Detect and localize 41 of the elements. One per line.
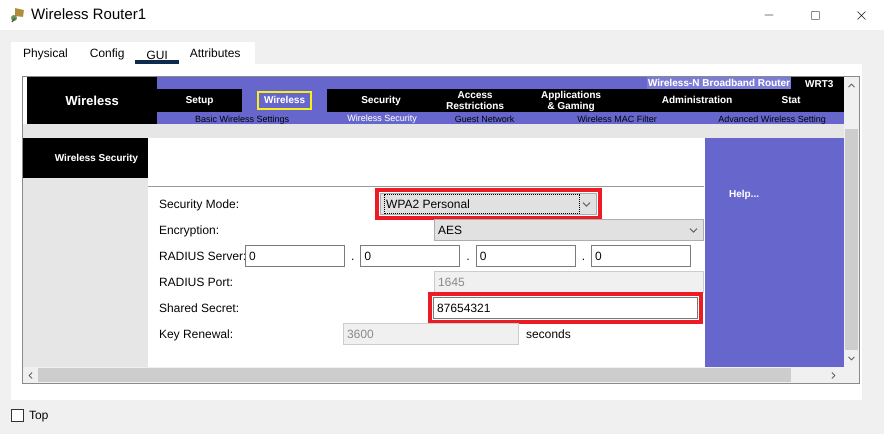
field-label: RADIUS Server: xyxy=(159,248,245,265)
submenu-item[interactable]: Guest Network xyxy=(442,112,526,126)
field-label: Security Mode: xyxy=(159,196,240,213)
input-field[interactable]: 0 xyxy=(476,245,576,267)
field-label: RADIUS Port: xyxy=(159,274,234,291)
dropdown[interactable]: AES xyxy=(434,219,704,241)
input-field[interactable]: 0 xyxy=(591,245,692,267)
menu-item[interactable]: Wireless xyxy=(256,91,312,110)
field-label: Key Renewal: xyxy=(159,326,234,343)
submenu-item[interactable]: Wireless MAC Filter xyxy=(565,112,669,126)
dropdown[interactable]: WPA2 Personal xyxy=(380,193,597,215)
checkbox-label: Top xyxy=(29,407,48,424)
model-name: WRT3 xyxy=(791,77,844,89)
submenu-item[interactable]: Advanced Wireless Setting xyxy=(706,112,838,126)
menu-item[interactable]: Applications & Gaming xyxy=(540,90,601,112)
horizontal-scrollbar[interactable] xyxy=(23,367,859,383)
window-title: Wireless Router1 xyxy=(31,4,146,25)
menu-item[interactable]: Stat xyxy=(782,95,800,106)
field-label: Encryption: xyxy=(159,222,220,239)
dot-separator: . xyxy=(465,248,471,265)
input-field[interactable]: 0 xyxy=(245,245,345,267)
help-link[interactable]: Help... xyxy=(729,189,760,200)
unit-label: seconds xyxy=(526,326,571,343)
field-label: Shared Secret: xyxy=(159,300,240,317)
input-field[interactable]: 0 xyxy=(360,245,460,267)
page-title: Wireless Security xyxy=(23,138,148,178)
input-field[interactable]: 87654321 xyxy=(433,297,698,319)
router-icon xyxy=(9,6,27,24)
vertical-scrollbar[interactable] xyxy=(844,77,859,367)
dot-separator: . xyxy=(350,248,356,265)
tab[interactable]: Physical xyxy=(23,42,79,64)
submenu-item[interactable]: Basic Wireless Settings xyxy=(182,112,302,126)
dot-separator: . xyxy=(580,248,586,265)
menu-item[interactable]: Security xyxy=(361,95,401,106)
checkbox[interactable] xyxy=(11,408,24,422)
tab[interactable]: Attributes xyxy=(178,42,252,64)
section-title: Wireless xyxy=(27,77,157,124)
menu-item[interactable]: Setup xyxy=(186,95,214,106)
tab[interactable]: Config xyxy=(78,42,136,64)
menu-item[interactable]: Access Restrictions xyxy=(446,90,504,112)
menu-item[interactable]: Administration xyxy=(662,95,732,106)
